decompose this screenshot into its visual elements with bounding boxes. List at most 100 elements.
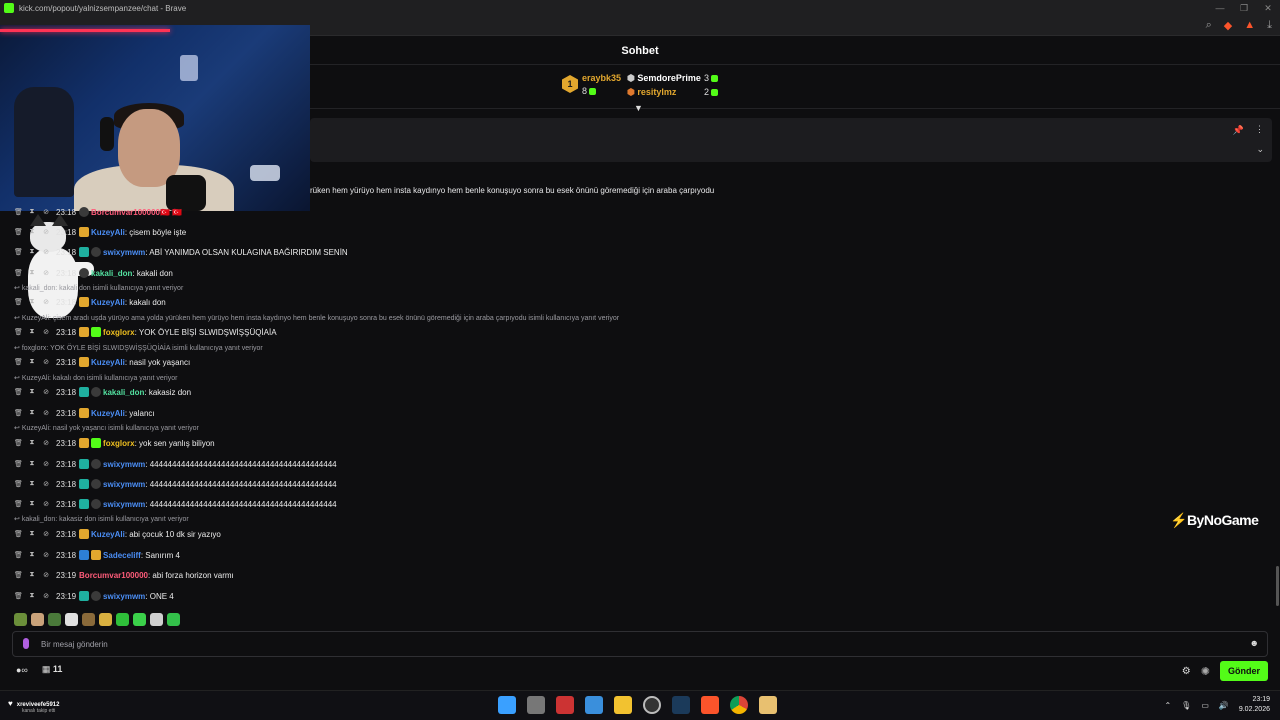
chat-message[interactable]: 🗑 ⧗ ⊘ 23:18 kakali_don: kakali don (14, 266, 173, 280)
emote-icon[interactable] (65, 613, 78, 626)
more-options-icon[interactable]: ⋮ (1255, 124, 1264, 135)
timeout-icon[interactable]: ⧗ (28, 480, 36, 488)
reply-notice[interactable]: ↩ KuzeyAli: nasil yok yaşancı isimli kul… (14, 424, 199, 432)
delete-icon[interactable]: 🗑 (14, 248, 23, 256)
message-username[interactable]: foxglorx (103, 328, 135, 337)
delete-icon[interactable]: 🗑 (14, 460, 23, 468)
delete-icon[interactable]: 🗑 (14, 298, 23, 306)
delete-icon[interactable]: 🗑 (14, 592, 23, 600)
message-username[interactable]: Borcumvar100000 (91, 208, 160, 217)
brave-shield-icon[interactable]: ◆ (1224, 19, 1232, 32)
minimize-button[interactable]: — (1208, 0, 1232, 16)
message-username[interactable]: swixymwm (103, 500, 145, 509)
chat-message[interactable]: 🗑 ⧗ ⊘ 23:18 KuzeyAli: nasil yok yaşancı (14, 355, 190, 369)
message-username[interactable]: KuzeyAli (91, 409, 125, 418)
delete-icon[interactable]: 🗑 (14, 551, 23, 559)
tray-chevron-icon[interactable]: ⌃ (1164, 701, 1171, 710)
chat-message[interactable]: 🗑 ⧗ ⊘ 23:18 swixymwm: 4444444444444444444444… (14, 477, 337, 491)
ban-icon[interactable]: ⊘ (42, 409, 50, 417)
pin-icon[interactable]: 📌 (1233, 125, 1244, 136)
pinned-message[interactable]: 📌 ⋮ ⌄ (310, 118, 1272, 162)
message-username[interactable]: swixymwm (103, 460, 145, 469)
leader-second[interactable]: ⬢ SemdorePrime (627, 73, 701, 84)
timeout-icon[interactable]: ⧗ (28, 269, 36, 277)
chat-message[interactable]: 🗑 ⧗ ⊘ 23:18 foxglorx: YOK ÖYLE BİŞİ SLWIDŞWİ… (14, 325, 277, 339)
ban-icon[interactable]: ⊘ (42, 592, 50, 600)
ban-icon[interactable]: ⊘ (42, 208, 50, 216)
chat-message[interactable]: 🗑 ⧗ ⊘ 23:18 KuzeyAli: abi çocuk 10 dk sir ya… (14, 527, 221, 541)
gift-counter[interactable]: ▦ 11 (42, 664, 63, 675)
timeout-icon[interactable]: ⧗ (28, 328, 36, 336)
timeout-icon[interactable]: ⧗ (28, 228, 36, 236)
timeout-icon[interactable]: ⧗ (28, 298, 36, 306)
chat-message[interactable]: 🗑 ⧗ ⊘ 23:18 swixymwm: 4444444444444444444444… (14, 497, 337, 511)
obs-icon[interactable] (643, 696, 661, 714)
message-username[interactable]: kakali_don (103, 388, 144, 397)
microphone-tray-icon[interactable]: 🎙 (1181, 701, 1191, 710)
file-explorer-icon[interactable] (614, 696, 632, 714)
timeout-icon[interactable]: ⧗ (28, 460, 36, 468)
ban-icon[interactable]: ⊘ (42, 388, 50, 396)
emote-icon[interactable] (133, 613, 146, 626)
kick-coin-icon[interactable]: ✺ (1201, 665, 1210, 678)
message-username[interactable]: KuzeyAli (91, 298, 125, 307)
video-app-icon[interactable] (759, 696, 777, 714)
message-username[interactable]: swixymwm (103, 248, 145, 257)
chat-message[interactable]: 🗑 ⧗ ⊘ 23:18 Borcumvar100000 🇹🇷 🇹🇷 (14, 205, 182, 219)
emote-icon[interactable] (150, 613, 163, 626)
clock[interactable]: 23:19 9.02.2026 (1239, 695, 1270, 715)
chat-message[interactable]: 🗑 ⧗ ⊘ 23:18 kakali_don: kakasiz don (14, 385, 191, 399)
brave-rewards-icon[interactable]: ▲ (1244, 19, 1255, 32)
ban-icon[interactable]: ⊘ (42, 551, 50, 559)
timeout-icon[interactable]: ⧗ (28, 388, 36, 396)
leader-third[interactable]: ⬢ resitylmz (627, 87, 676, 98)
delete-icon[interactable]: 🗑 (14, 439, 23, 447)
close-button[interactable]: ✕ (1256, 0, 1280, 16)
message-username[interactable]: foxglorx (103, 439, 135, 448)
chrome-icon[interactable] (730, 696, 748, 714)
ban-icon[interactable]: ⊘ (42, 571, 50, 579)
timeout-icon[interactable]: ⧗ (28, 409, 36, 417)
message-username[interactable]: swixymwm (103, 592, 145, 601)
ban-icon[interactable]: ⊘ (42, 358, 50, 366)
emote-icon[interactable] (99, 613, 112, 626)
ban-icon[interactable]: ⊘ (42, 228, 50, 236)
delete-icon[interactable]: 🗑 (14, 269, 23, 277)
message-username[interactable]: kakali_don (91, 269, 132, 278)
points-icon[interactable]: ●∞ (16, 665, 28, 675)
chat-input[interactable] (41, 636, 1231, 652)
timeout-icon[interactable]: ⧗ (28, 500, 36, 508)
delete-icon[interactable]: 🗑 (14, 328, 23, 336)
chat-message[interactable]: 🗑 ⧗ ⊘ 23:19 swixymwm: ONE 4 (14, 589, 174, 603)
timeout-icon[interactable]: ⧗ (28, 208, 36, 216)
settings-icon[interactable]: ⚙ (1182, 666, 1191, 677)
ban-icon[interactable]: ⊘ (42, 530, 50, 538)
delete-icon[interactable]: 🗑 (14, 388, 23, 396)
delete-icon[interactable]: 🗑 (14, 409, 23, 417)
reply-notice[interactable]: ↩ KuzeyAli: kakalı don isimli kullanıcıy… (14, 374, 177, 382)
chevron-down-icon[interactable]: ⌄ (1256, 144, 1264, 155)
ban-icon[interactable]: ⊘ (42, 439, 50, 447)
task-view-icon[interactable] (527, 696, 545, 714)
ban-icon[interactable]: ⊘ (42, 500, 50, 508)
snipping-tool-icon[interactable] (556, 696, 574, 714)
maximize-button[interactable]: ❐ (1232, 0, 1256, 16)
leader-first-name[interactable]: eraybk35 (582, 73, 621, 83)
chat-message[interactable]: 🗑 ⧗ ⊘ 23:18 KuzeyAli: yalancı (14, 406, 155, 420)
message-username[interactable]: KuzeyAli (91, 228, 125, 237)
message-username[interactable]: KuzeyAli (91, 358, 125, 367)
ban-icon[interactable]: ⊘ (42, 480, 50, 488)
brave-icon[interactable] (701, 696, 719, 714)
message-username[interactable]: swixymwm (103, 480, 145, 489)
ban-icon[interactable]: ⊘ (42, 298, 50, 306)
message-username[interactable]: Sadeceliff (103, 551, 141, 560)
delete-icon[interactable]: 🗑 (14, 228, 23, 236)
photos-icon[interactable] (585, 696, 603, 714)
chat-message[interactable]: 🗑 ⧗ ⊘ 23:18 KuzeyAli: çisem böyle işte (14, 225, 186, 239)
emote-icon[interactable] (82, 613, 95, 626)
microphone-icon[interactable] (23, 638, 29, 649)
emote-icon[interactable] (167, 613, 180, 626)
reply-notice[interactable]: ↩ kakali_don: kakasiz don isimli kullanı… (14, 515, 189, 523)
chat-input-box[interactable]: ☻ (12, 631, 1268, 657)
timeout-icon[interactable]: ⧗ (28, 530, 36, 538)
